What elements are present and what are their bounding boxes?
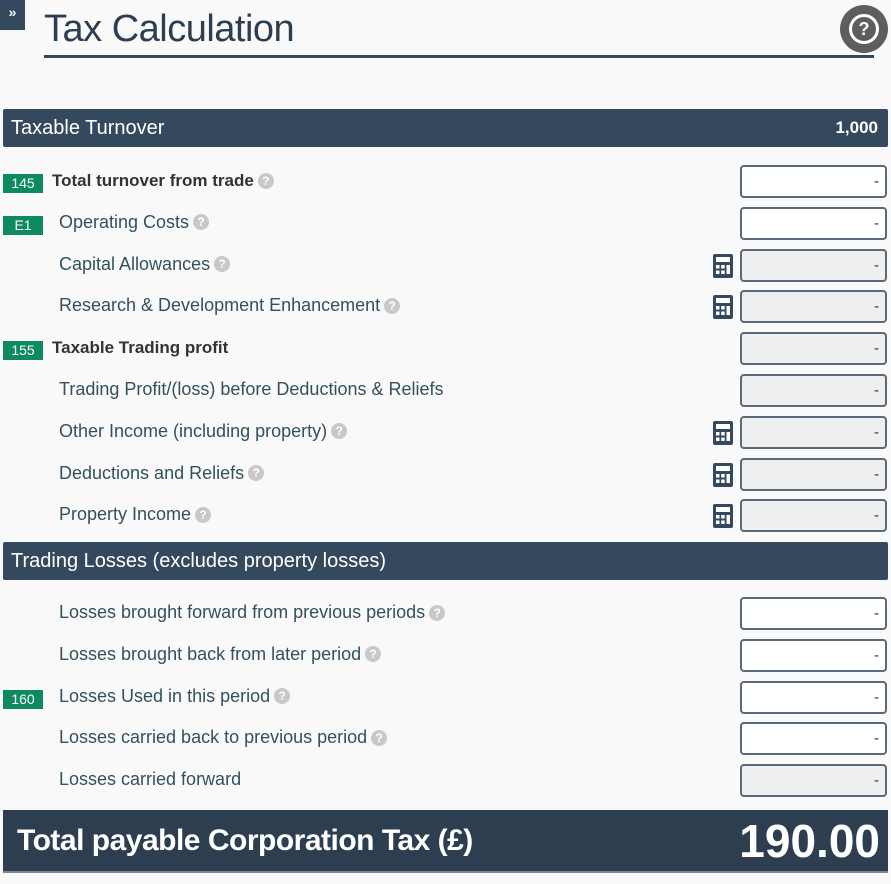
calculator-icon[interactable] xyxy=(712,294,734,320)
field-label: Property Income? xyxy=(59,504,212,525)
help-icon[interactable]: ? xyxy=(365,646,382,663)
total-payable-bar: Total payable Corporation Tax (£) 190.00 xyxy=(3,810,888,873)
form-row: Property Income? - xyxy=(0,499,891,533)
form-row: Losses carried forward - xyxy=(0,764,891,798)
amount-input[interactable]: - xyxy=(740,680,887,714)
expand-sidebar-button[interactable]: » xyxy=(0,0,25,30)
form-row: Other Income (including property)? - xyxy=(0,415,891,450)
form-row: Deductions and Reliefs? - xyxy=(0,457,891,492)
calculator-icon[interactable] xyxy=(712,462,734,488)
amount-input: - xyxy=(740,248,887,282)
field-label: Losses carried forward xyxy=(59,769,241,790)
field-label: Taxable Trading profit xyxy=(52,338,228,358)
field-label: Other Income (including property)? xyxy=(59,420,348,442)
calculator-icon[interactable] xyxy=(712,253,734,279)
field-label: Trading Profit/(loss) before Deductions … xyxy=(59,379,444,400)
field-label-text: Capital Allowances xyxy=(59,253,211,274)
total-label: Total payable Corporation Tax (£) xyxy=(17,823,473,857)
box-number-badge: E1 xyxy=(3,215,43,235)
form-row: Losses carried back to previous period? - xyxy=(0,722,891,756)
amount-input: - xyxy=(740,499,887,533)
box-number-badge: 160 xyxy=(3,689,43,709)
field-label: Total turnover from trade? xyxy=(52,171,274,191)
help-icon[interactable]: ? xyxy=(193,214,210,231)
field-label: Losses carried back to previous period? xyxy=(59,727,388,748)
help-icon[interactable]: ? xyxy=(257,173,274,189)
form-row: Trading Profit/(loss) before Deductions … xyxy=(0,374,891,408)
field-label-text: Deductions and Reliefs xyxy=(59,462,245,483)
box-number-badge: 145 xyxy=(3,174,43,193)
amount-input: - xyxy=(740,457,887,491)
amount-input[interactable]: - xyxy=(740,722,887,756)
form-row: Research & Development Enhancement? - xyxy=(0,290,891,324)
section-title: Trading Losses (excludes property losses… xyxy=(11,549,386,572)
form-row: Losses brought back from later period? - xyxy=(0,638,891,673)
amount-input: - xyxy=(740,332,887,366)
help-icon[interactable]: ? xyxy=(331,423,348,440)
amount-input: - xyxy=(740,374,887,407)
field-label-text: Trading Profit/(loss) before Deductions … xyxy=(59,379,444,399)
form-row: 145 Total turnover from trade? - xyxy=(0,165,891,199)
field-label: Capital Allowances? xyxy=(59,253,231,275)
field-label-text: Taxable Trading profit xyxy=(52,338,229,358)
form-row: 160 Losses Used in this period? - xyxy=(0,680,891,715)
page-title: Tax Calculation xyxy=(44,8,295,50)
help-icon[interactable]: ? xyxy=(248,465,265,482)
field-label-text: Losses brought back from later period xyxy=(59,643,362,664)
double-chevron-right-icon: » xyxy=(8,4,17,20)
field-label-text: Losses Used in this period xyxy=(59,685,271,706)
amount-input[interactable]: - xyxy=(740,165,887,198)
title-divider xyxy=(44,55,874,58)
field-label-text: Operating Costs xyxy=(59,211,190,232)
field-label: Deductions and Reliefs? xyxy=(59,462,265,484)
help-icon[interactable]: ? xyxy=(195,506,212,523)
help-icon[interactable]: ? xyxy=(384,297,401,314)
amount-input: - xyxy=(740,764,887,798)
form-row: Capital Allowances? - xyxy=(0,248,891,283)
field-label-text: Losses brought forward from previous per… xyxy=(59,602,426,622)
field-label: Research & Development Enhancement? xyxy=(59,295,401,316)
question-circle-icon: ? xyxy=(849,14,879,44)
form-row: Losses brought forward from previous per… xyxy=(0,597,891,631)
field-label-text: Other Income (including property) xyxy=(59,420,328,441)
help-button[interactable]: ? xyxy=(840,5,888,53)
field-label-text: Research & Development Enhancement xyxy=(59,295,381,316)
field-label: Losses Used in this period? xyxy=(59,685,291,707)
field-label-text: Total turnover from trade xyxy=(52,171,254,190)
help-icon[interactable]: ? xyxy=(214,256,231,273)
calculator-icon[interactable] xyxy=(712,420,734,446)
help-icon[interactable]: ? xyxy=(429,604,446,621)
field-label-text: Property Income xyxy=(59,504,192,525)
field-label: Losses brought back from later period? xyxy=(59,643,382,665)
field-label-text: Losses carried forward xyxy=(59,769,242,790)
section-header-trading-losses: Trading Losses (excludes property losses… xyxy=(3,542,888,580)
form-row: E1 Operating Costs? - xyxy=(0,206,891,241)
help-icon[interactable]: ? xyxy=(274,688,291,705)
box-number-badge: 155 xyxy=(3,341,43,361)
amount-input[interactable]: - xyxy=(740,206,887,240)
form-row: 155 Taxable Trading profit - xyxy=(0,332,891,366)
total-value: 190.00 xyxy=(739,814,880,867)
field-label-text: Losses carried back to previous period xyxy=(59,727,368,748)
help-icon[interactable]: ? xyxy=(371,729,388,746)
amount-input: - xyxy=(740,290,887,324)
field-label: Operating Costs? xyxy=(59,211,210,233)
amount-input: - xyxy=(740,415,887,449)
taxable-turnover-value: 1,000 xyxy=(835,118,878,137)
field-label: Losses brought forward from previous per… xyxy=(59,602,446,623)
amount-input[interactable]: - xyxy=(740,597,887,630)
section-title: Taxable Turnover xyxy=(11,116,165,139)
amount-input[interactable]: - xyxy=(740,638,887,672)
section-header-taxable-turnover: Taxable Turnover 1,000 xyxy=(3,109,888,147)
calculator-icon[interactable] xyxy=(712,503,734,529)
